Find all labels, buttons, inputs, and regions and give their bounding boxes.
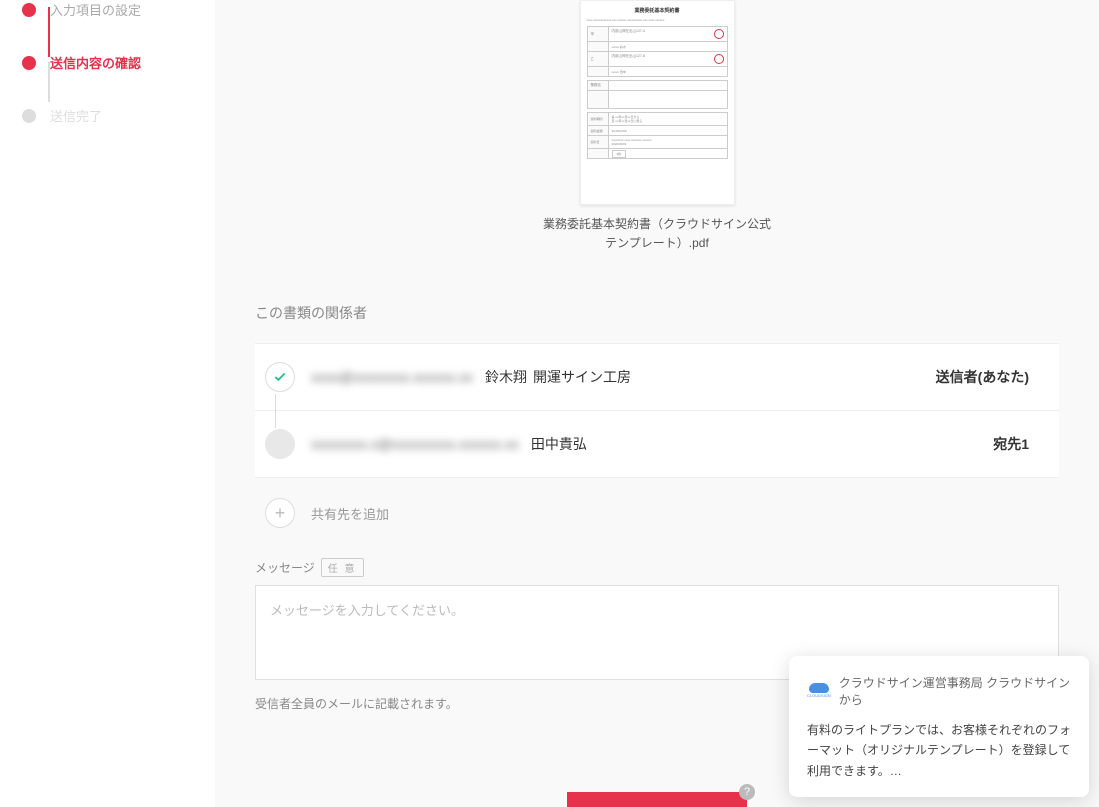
step-label: 送信内容の確認 xyxy=(50,53,141,72)
step-dot-icon xyxy=(22,56,36,70)
party-list: xxxx@xxxxxxxx.xxxxxx.xx 鈴木翔 開運サイン工房 送信者(… xyxy=(255,343,1059,478)
send-button[interactable]: 送信する ? xyxy=(567,792,747,807)
party-email: xxxx@xxxxxxxx.xxxxxx.xx xyxy=(311,369,473,385)
step-label: 送信完了 xyxy=(50,106,102,125)
party-company: 開運サイン工房 xyxy=(533,367,631,387)
cloudsign-logo-icon: CLOUDSIGN xyxy=(807,681,831,701)
help-icon[interactable]: ? xyxy=(739,784,755,800)
message-label: メッセージ xyxy=(255,559,315,576)
check-icon xyxy=(265,362,295,392)
step-sidebar: 入力項目の設定 送信内容の確認 送信完了 xyxy=(0,0,215,807)
step-label: 入力項目の設定 xyxy=(50,0,141,19)
document-preview: 業務委託基本契約書 xxxx xxxxxxxxxxxx xxx xxxxxx x… xyxy=(255,0,1059,253)
popup-body: 有料のライトプランでは、お客様それぞれのフォーマット（オリジナルテンプレート）を… xyxy=(807,720,1071,781)
step-dot-icon xyxy=(22,3,36,17)
party-row-recipient: xxxxxxxx.x@xxxxxxxxx.xxxxxx.xx 田中貴弘 宛先1 xyxy=(255,411,1059,478)
document-thumbnail[interactable]: 業務委託基本契約書 xxxx xxxxxxxxxxxx xxx xxxxxx x… xyxy=(580,0,735,205)
add-share-label: 共有先を追加 xyxy=(311,504,389,523)
party-role: 宛先1 xyxy=(993,434,1039,454)
pending-icon xyxy=(265,429,295,459)
add-share-row[interactable]: + 共有先を追加 xyxy=(255,478,1059,548)
notification-popup[interactable]: CLOUDSIGN クラウドサイン運営事務局 クラウドサインから 有料のライトプ… xyxy=(789,656,1089,797)
popup-from: クラウドサイン運営事務局 クラウドサインから xyxy=(839,674,1071,708)
parties-section-title: この書類の関係者 xyxy=(255,303,1059,323)
party-role: 送信者(あなた) xyxy=(936,367,1039,387)
document-filename: 業務委託基本契約書（クラウドサイン公式 テンプレート）.pdf xyxy=(543,215,771,253)
party-row-sender: xxxx@xxxxxxxx.xxxxxx.xx 鈴木翔 開運サイン工房 送信者(… xyxy=(255,344,1059,411)
step-send-complete: 送信完了 xyxy=(20,106,215,125)
plus-icon[interactable]: + xyxy=(265,498,295,528)
party-name: 鈴木翔 xyxy=(485,367,527,387)
party-email: xxxxxxxx.x@xxxxxxxxx.xxxxxx.xx xyxy=(311,436,519,452)
step-input-settings[interactable]: 入力項目の設定 xyxy=(20,0,215,19)
step-confirm-contents[interactable]: 送信内容の確認 xyxy=(20,53,215,72)
step-dot-icon xyxy=(22,109,36,123)
optional-badge: 任 意 xyxy=(321,558,364,577)
party-name: 田中貴弘 xyxy=(531,434,587,454)
